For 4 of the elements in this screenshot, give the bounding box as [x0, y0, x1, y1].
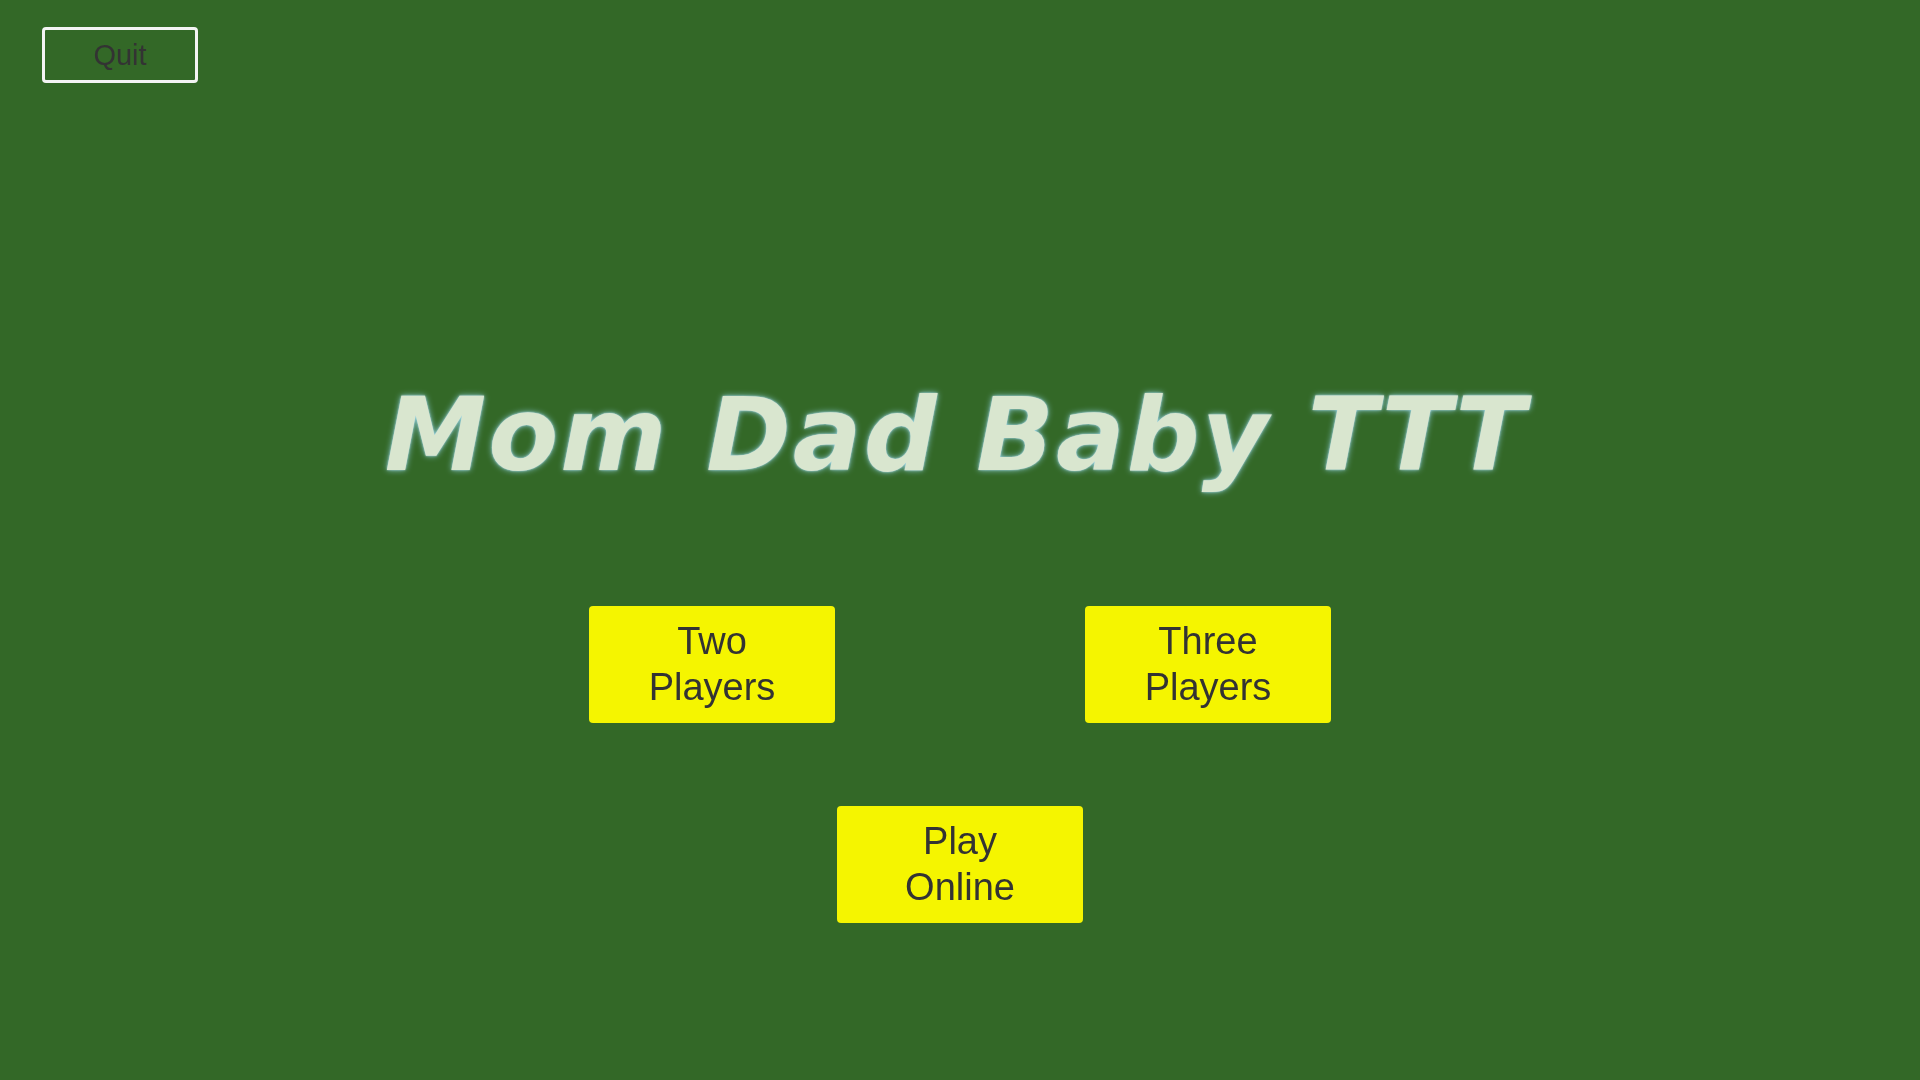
menu-button[interactable]: Three Players — [1085, 606, 1331, 723]
menu-button[interactable]: Two Players — [589, 606, 835, 723]
menu-button[interactable]: Play Online — [837, 806, 1083, 923]
game-title: Mom Dad Baby TTT — [374, 368, 1546, 502]
